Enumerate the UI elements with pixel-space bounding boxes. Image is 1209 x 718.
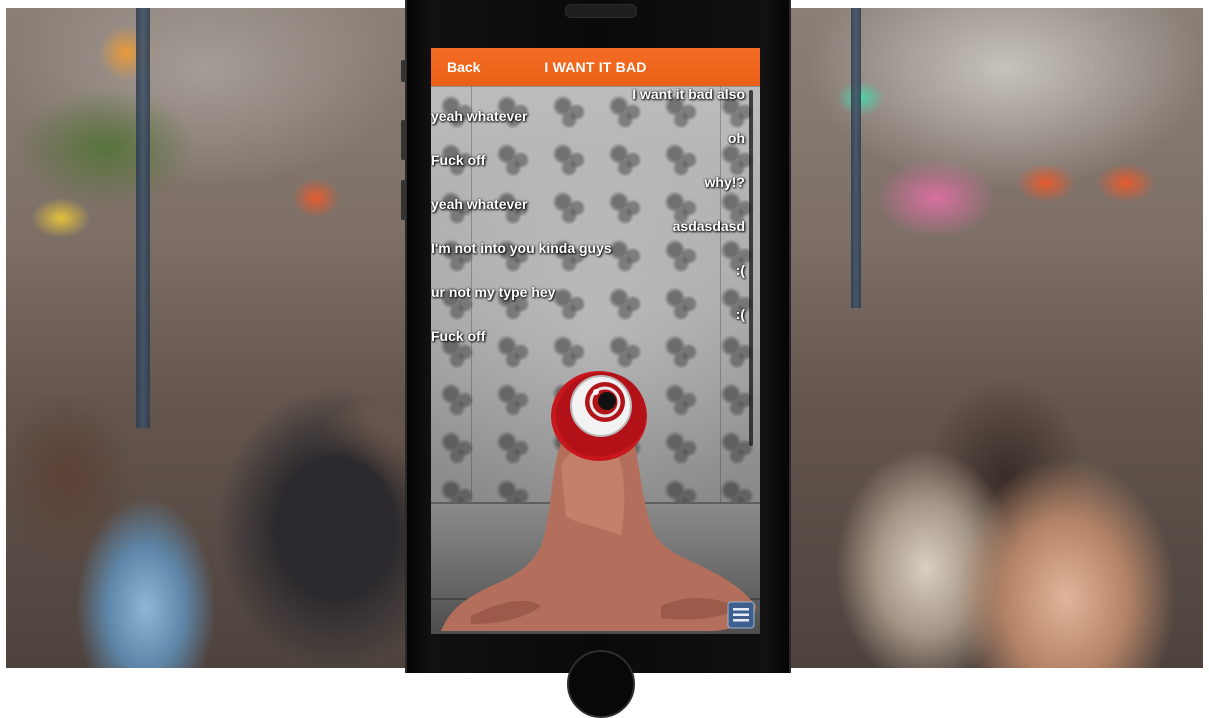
eyeball-creature-icon[interactable] xyxy=(431,356,760,634)
creature-pupil xyxy=(598,392,616,410)
chat-message-right: :( xyxy=(735,306,745,322)
page-title: I WANT IT BAD xyxy=(544,59,647,75)
phone-volume-up-button xyxy=(401,120,406,160)
chat-message-left: Fuck off xyxy=(431,328,486,344)
chat-message-right: I want it bad also xyxy=(632,86,745,102)
chat-message-left: yeah whatever xyxy=(431,196,528,212)
chat-message-right: :( xyxy=(735,262,745,278)
chat-message-right: oh xyxy=(727,130,745,146)
phone-mute-switch xyxy=(401,60,406,82)
background-pole xyxy=(851,8,861,308)
chat-message-left: I'm not into you kinda guys xyxy=(431,240,612,256)
background-pole xyxy=(136,8,150,428)
chat-message-right: why!? xyxy=(704,174,745,190)
creature-eye-glint xyxy=(593,389,599,395)
chat-log: I want it bad also yeah whatever oh Fuck… xyxy=(431,86,749,356)
app-header: Back I WANT IT BAD xyxy=(431,48,760,86)
chat-message-left: Fuck off xyxy=(431,152,486,168)
phone-speaker xyxy=(565,4,637,18)
phone-home-button[interactable] xyxy=(567,650,635,718)
app-screen: Back I WANT IT BAD I want it bad also ye… xyxy=(431,48,760,634)
phone-volume-down-button xyxy=(401,180,406,220)
chat-message-left: ur not my type hey xyxy=(431,284,556,300)
chat-scrollbar[interactable] xyxy=(749,90,753,446)
menu-list-icon[interactable] xyxy=(726,600,756,630)
chat-message-left: yeah whatever xyxy=(431,108,528,124)
chat-message-right: asdasdasd xyxy=(672,218,745,234)
